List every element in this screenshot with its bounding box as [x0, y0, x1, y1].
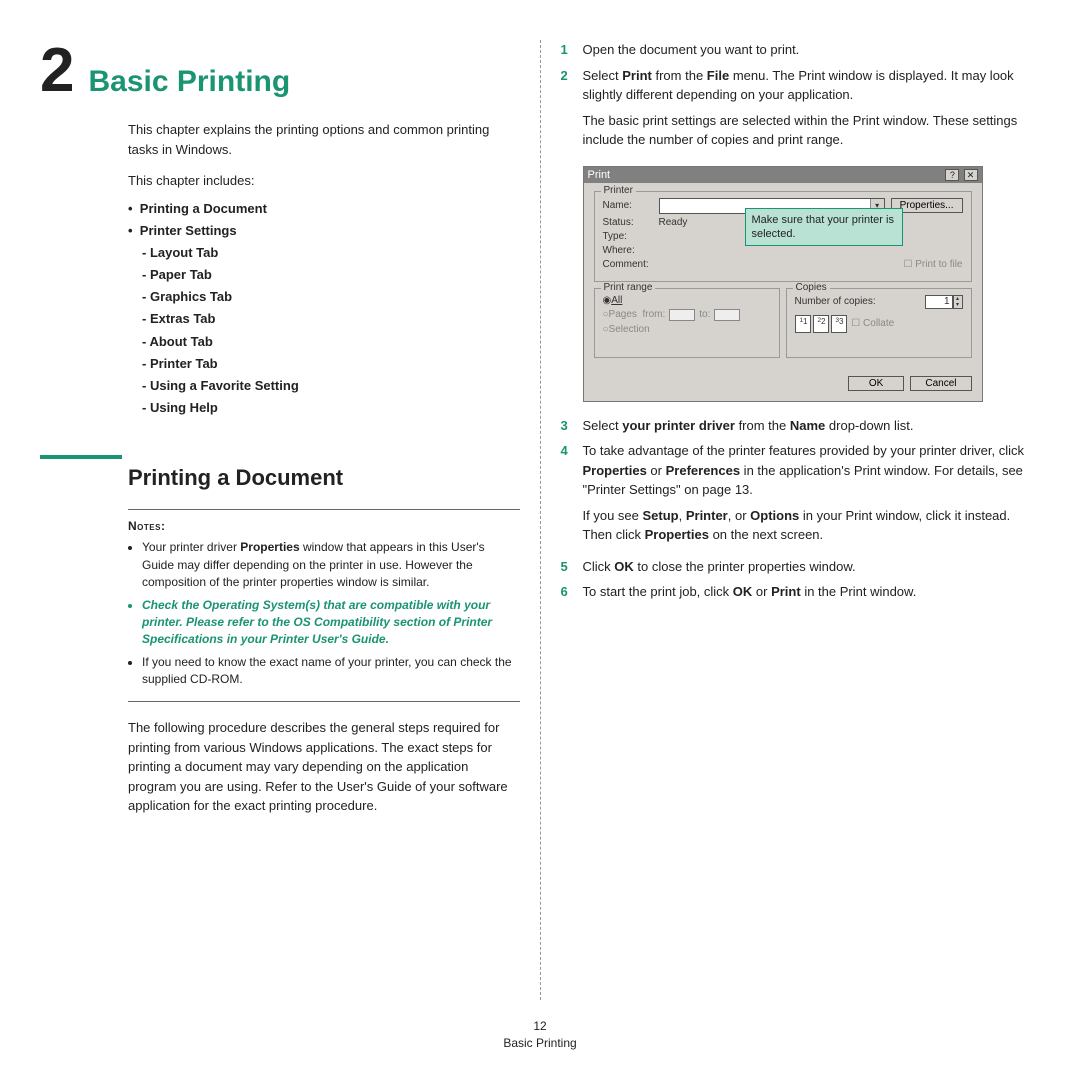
step-item: 5 Click OK to close the printer properti…	[561, 557, 1041, 577]
callout-box: Make sure that your printer is selected.	[745, 208, 903, 247]
step-body: Select your printer driver from the Name…	[583, 416, 1041, 436]
footer-title: Basic Printing	[0, 1035, 1080, 1052]
chapter-title: Basic Printing	[88, 67, 290, 97]
page-number: 12	[0, 1018, 1080, 1035]
notes-heading: Notes:	[128, 518, 520, 535]
type-label: Type:	[603, 231, 659, 242]
status-label: Status:	[603, 217, 659, 228]
status-value: Ready	[659, 217, 688, 228]
dialog-title: Print	[588, 169, 611, 181]
page-icon: 22	[813, 315, 829, 333]
step-list: 1 Open the document you want to print. 2…	[561, 40, 1041, 156]
chapter-toc: • Printing a Document • Printer Settings…	[128, 198, 520, 419]
spinner-icon[interactable]: ▴▾	[953, 295, 963, 309]
step-number: 2	[561, 66, 583, 156]
procedure-intro: The following procedure describes the ge…	[128, 718, 520, 816]
step-number: 5	[561, 557, 583, 577]
chapter-intro: This chapter explains the printing optio…	[128, 120, 520, 159]
step-item: 6 To start the print job, click OK or Pr…	[561, 582, 1041, 602]
notes-box: Notes: Your printer driver Properties wi…	[128, 509, 520, 703]
ok-button[interactable]: OK	[848, 376, 904, 391]
dialog-titlebar: Print ? ✕	[584, 167, 982, 183]
section-title: Printing a Document	[128, 465, 520, 491]
step-number: 6	[561, 582, 583, 602]
toc-subitem: - Printer Tab	[142, 353, 520, 375]
toc-item: • Printing a Document	[128, 198, 520, 220]
fieldset-legend: Copies	[793, 282, 830, 293]
print-range-fieldset: Print range All Pages from:to: Selection	[594, 288, 780, 358]
collate-checkbox[interactable]: ☐ Collate	[849, 318, 895, 329]
step-body: Click OK to close the printer properties…	[583, 557, 1041, 577]
cancel-button[interactable]: Cancel	[910, 376, 971, 391]
page-footer: 12 Basic Printing	[0, 1018, 1080, 1052]
help-icon[interactable]: ?	[945, 169, 959, 181]
includes-label: This chapter includes:	[128, 173, 520, 188]
step-body: To take advantage of the printer feature…	[583, 441, 1041, 551]
print-dialog-screenshot: Print ? ✕ Printer Name: ▾ Properties... …	[583, 166, 983, 402]
step-number: 4	[561, 441, 583, 551]
note-item: If you need to know the exact name of yo…	[142, 654, 520, 689]
step-number: 3	[561, 416, 583, 436]
toc-subitem: - Paper Tab	[142, 264, 520, 286]
toc-item: • Printer Settings	[128, 220, 520, 242]
radio-all[interactable]	[603, 295, 612, 306]
step-body: Open the document you want to print.	[583, 40, 1041, 60]
close-icon[interactable]: ✕	[964, 169, 978, 181]
print-to-file-checkbox[interactable]: ☐ Print to file	[904, 259, 963, 270]
toc-subitem: - About Tab	[142, 331, 520, 353]
where-label: Where:	[603, 245, 659, 256]
note-item: Your printer driver Properties window th…	[142, 539, 520, 591]
step-number: 1	[561, 40, 583, 60]
step-body: Select Print from the File menu. The Pri…	[583, 66, 1041, 156]
section-rule	[40, 455, 122, 459]
copies-fieldset: Copies Number of copies: 1 ▴▾ 11 22 33 ☐…	[786, 288, 972, 358]
step-item: 4 To take advantage of the printer featu…	[561, 441, 1041, 551]
chapter-header: 2 Basic Printing	[40, 40, 520, 102]
page-icon: 11	[795, 315, 811, 333]
toc-subitem: - Graphics Tab	[142, 286, 520, 308]
chapter-number: 2	[40, 40, 74, 102]
step-body: To start the print job, click OK or Prin…	[583, 582, 1041, 602]
step-item: 3 Select your printer driver from the Na…	[561, 416, 1041, 436]
step-item: 1 Open the document you want to print.	[561, 40, 1041, 60]
comment-label: Comment:	[603, 259, 659, 270]
name-label: Name:	[603, 200, 659, 211]
page-icon: 33	[831, 315, 847, 333]
step-item: 2 Select Print from the File menu. The P…	[561, 66, 1041, 156]
note-item-highlight: Check the Operating System(s) that are c…	[142, 597, 520, 649]
toc-subitem: - Layout Tab	[142, 242, 520, 264]
fieldset-legend: Printer	[601, 185, 636, 196]
toc-subitem: - Extras Tab	[142, 308, 520, 330]
toc-subitem: - Using Help	[142, 397, 520, 419]
fieldset-legend: Print range	[601, 282, 656, 293]
copies-input[interactable]: 1	[925, 295, 953, 309]
copies-label: Number of copies:	[795, 296, 876, 307]
step-list-cont: 3 Select your printer driver from the Na…	[561, 416, 1041, 602]
printer-fieldset: Printer Name: ▾ Properties... Status:Rea…	[594, 191, 972, 282]
toc-subitem: - Using a Favorite Setting	[142, 375, 520, 397]
